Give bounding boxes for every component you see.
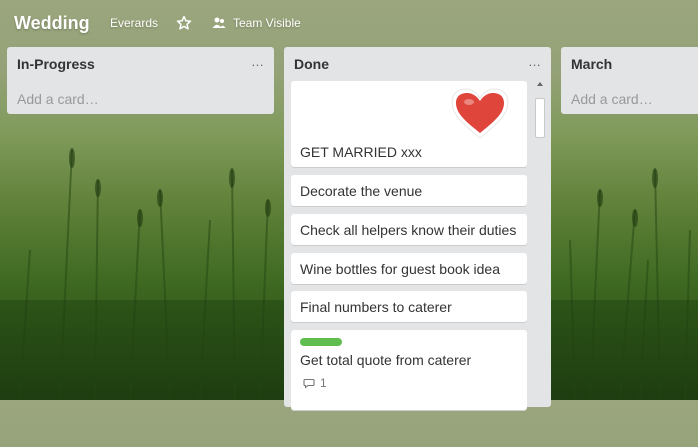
- list-menu-button[interactable]: …: [528, 54, 541, 69]
- comment-count: 1: [320, 376, 327, 390]
- comment-badge: 1: [303, 376, 327, 390]
- card-title: GET MARRIED xxx: [300, 144, 422, 160]
- card[interactable]: Decorate the venue: [291, 175, 527, 206]
- card-title: Get total quote from caterer: [300, 352, 472, 368]
- card-title: Check all helpers know their duties: [300, 222, 517, 238]
- card-label-green: [300, 338, 342, 346]
- card-title: Decorate the venue: [300, 183, 423, 199]
- card[interactable]: Check all helpers know their duties: [291, 214, 527, 245]
- list-title[interactable]: March: [571, 56, 612, 72]
- card-title: Final numbers to caterer: [300, 299, 452, 315]
- list-title[interactable]: In-Progress: [17, 56, 95, 72]
- list-done: Done … GET MARRIED xxx Decorate the venu…: [284, 47, 551, 410]
- board-title[interactable]: Wedding: [14, 13, 90, 34]
- board-header: Wedding Everards Team Visible: [0, 0, 698, 46]
- card[interactable]: GET MARRIED xxx: [291, 81, 527, 167]
- card-title: Wine bottles for guest book idea: [300, 261, 501, 277]
- heart-card-cover-image: [451, 88, 509, 139]
- add-card-button[interactable]: Add a card…: [17, 91, 99, 107]
- list-march: March Add a card…: [561, 47, 698, 114]
- team-visible-icon[interactable]: [211, 15, 227, 31]
- card[interactable]: Get total quote from caterer 1: [291, 330, 527, 410]
- card[interactable]: Wine bottles for guest book idea: [291, 253, 527, 284]
- org-name-button[interactable]: Everards: [110, 16, 158, 30]
- star-icon[interactable]: [176, 15, 192, 31]
- list-menu-button[interactable]: …: [251, 54, 264, 69]
- list-title[interactable]: Done: [294, 56, 329, 72]
- list-scrollbar[interactable]: [533, 82, 547, 447]
- scrollbar-thumb[interactable]: [535, 98, 545, 138]
- visibility-button[interactable]: Team Visible: [233, 16, 301, 30]
- add-card-button[interactable]: Add a card…: [571, 91, 653, 107]
- list-in-progress: In-Progress … Add a card…: [7, 47, 274, 114]
- comment-icon: [303, 378, 315, 389]
- card[interactable]: Final numbers to caterer: [291, 291, 527, 322]
- scroll-up-arrow-icon[interactable]: [537, 82, 543, 86]
